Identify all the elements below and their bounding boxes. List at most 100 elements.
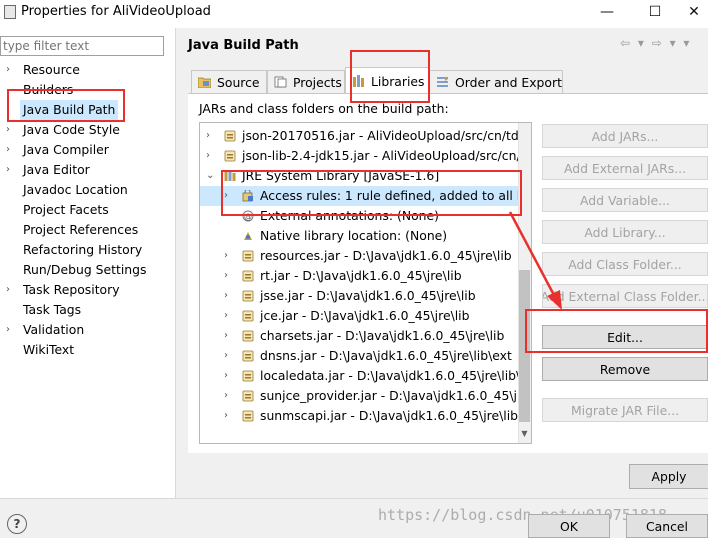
sidebar-item-label: Javadoc Location [23, 182, 128, 197]
tab-label: Libraries [371, 73, 425, 89]
expand-arrow-icon[interactable]: › [224, 366, 228, 386]
jar-icon [242, 370, 254, 382]
sidebar-item-task-repository[interactable]: › Task Repository [0, 280, 176, 300]
maximize-button[interactable]: ☐ [632, 0, 678, 24]
minimize-button[interactable]: — [584, 0, 630, 24]
sidebar-item-project-facets[interactable]: Project Facets [0, 200, 176, 220]
sidebar-item-javadoc-location[interactable]: Javadoc Location [0, 180, 176, 200]
sidebar-item-label: Task Tags [23, 302, 82, 317]
scroll-down-arrow-icon[interactable]: ▼ [519, 429, 530, 442]
add-variable-button[interactable]: Add Variable... [542, 188, 708, 212]
expand-arrow-icon[interactable]: › [6, 320, 10, 340]
sidebar-item-resource[interactable]: › Resource [0, 60, 176, 80]
sidebar-item-label: Java Build Path [20, 100, 119, 120]
sidebar-item-java-build-path[interactable]: Java Build Path [0, 100, 176, 120]
tree-row[interactable]: › json-lib-2.4-jdk15.jar - AliVideoUpload… [200, 146, 526, 166]
tab-libraries[interactable]: Libraries [345, 67, 429, 94]
help-icon[interactable]: ? [7, 514, 27, 534]
library-icon [224, 170, 236, 181]
tree-row[interactable]: › dnsns.jar - D:\Java\jdk1.6.0_45\jre\lib… [200, 346, 520, 366]
sidebar-item-java-code-style[interactable]: › Java Code Style [0, 120, 176, 140]
expand-arrow-icon[interactable]: › [224, 386, 228, 406]
sidebar-item-project-references[interactable]: Project References [0, 220, 176, 240]
expand-arrow-icon[interactable]: › [206, 126, 210, 146]
window-icon [4, 5, 16, 19]
add-external-class-folder-button[interactable]: Add External Class Folder... [542, 284, 708, 308]
tree-row[interactable]: › localedata.jar - D:\Java\jdk1.6.0_45\jr… [200, 366, 528, 386]
sidebar-item-run-debug-settings[interactable]: Run/Debug Settings [0, 260, 176, 280]
sidebar-item-label: Task Repository [23, 282, 120, 297]
sidebar-item-task-tags[interactable]: Task Tags [0, 300, 176, 320]
tree-row[interactable]: › charsets.jar - D:\Java\jdk1.6.0_45\jre\… [200, 326, 520, 346]
migrate-jar-file-button[interactable]: Migrate JAR File... [542, 398, 708, 422]
add-library-button[interactable]: Add Library... [542, 220, 708, 244]
sidebar-item-builders[interactable]: Builders [0, 80, 176, 100]
edit-button[interactable]: Edit... [542, 325, 708, 349]
tree-row[interactable]: › json-20170516.jar - AliVideoUpload/src/… [200, 126, 531, 146]
window-title: Properties for AliVideoUpload [21, 4, 211, 19]
add-jars-button[interactable]: Add JARs... [542, 124, 708, 148]
ok-button[interactable]: OK [528, 514, 610, 538]
tree-row[interactable]: › resources.jar - D:\Java\jdk1.6.0_45\jre… [200, 246, 520, 266]
history-nav-arrows[interactable]: ⇦ ▾ ⇨ ▾ ▾ [620, 36, 691, 50]
expand-arrow-icon[interactable]: › [224, 326, 228, 346]
sidebar-item-wikitext[interactable]: WikiText [0, 340, 176, 360]
tree-row-label: charsets.jar - D:\Java\jdk1.6.0_45\jre\l… [260, 328, 505, 343]
tree-row[interactable]: › rt.jar - D:\Java\jdk1.6.0_45\jre\lib [200, 266, 520, 286]
add-external-jars-button[interactable]: Add External JARs... [542, 156, 708, 180]
sidebar-item-label: Run/Debug Settings [23, 262, 147, 277]
section-label: JARs and class folders on the build path… [199, 101, 449, 116]
tab-source[interactable]: Source [191, 70, 267, 93]
native-icon [244, 232, 252, 240]
tree-row[interactable]: › Access rules: 1 rule defined, added to … [200, 186, 531, 206]
scrollbar-thumb[interactable] [519, 270, 530, 422]
expand-arrow-icon[interactable]: › [6, 280, 10, 300]
expand-arrow-icon[interactable]: › [224, 346, 228, 366]
expand-arrow-icon[interactable]: › [224, 266, 228, 286]
jar-icon [242, 310, 254, 322]
tree-row[interactable]: › jsse.jar - D:\Java\jdk1.6.0_45\jre\lib [200, 286, 520, 306]
close-button[interactable]: ✕ [680, 0, 708, 24]
sidebar-item-label: Project Facets [23, 202, 109, 217]
tree-row-label: json-lib-2.4-jdk15.jar - AliVideoUpload/… [242, 148, 526, 163]
sidebar-item-label: Project References [23, 222, 139, 237]
expand-arrow-icon[interactable]: › [6, 60, 10, 80]
expand-arrow-icon[interactable]: › [224, 286, 228, 306]
tree-row-label: Native library location: (None) [260, 228, 448, 243]
access-icon [242, 190, 253, 202]
expand-arrow-icon[interactable]: › [224, 246, 228, 266]
tree-row[interactable]: › sunmscapi.jar - D:\Java\jdk1.6.0_45\jre… [200, 406, 530, 426]
apply-button[interactable]: Apply [629, 464, 708, 489]
tab-label: Projects [293, 74, 342, 90]
expand-arrow-icon[interactable]: › [6, 120, 10, 140]
tab-projects[interactable]: Projects [267, 70, 345, 93]
tree-row[interactable]: ⌄ JRE System Library [JavaSE-1.6] [200, 166, 520, 186]
filter-input[interactable] [0, 36, 164, 56]
watermark: https://blog.csdn.net/u010751818 [378, 506, 667, 524]
tree-row[interactable]: @ External annotations: (None) [200, 206, 520, 226]
sidebar-item-label: Builders [23, 82, 74, 97]
projects-icon [274, 76, 287, 88]
expand-arrow-icon[interactable]: › [6, 140, 10, 160]
sidebar-item-refactoring-history[interactable]: Refactoring History [0, 240, 176, 260]
tree-row[interactable]: › jce.jar - D:\Java\jdk1.6.0_45\jre\lib [200, 306, 520, 326]
sidebar-item-label: Java Code Style [23, 122, 120, 137]
sidebar-item-validation[interactable]: › Validation [0, 320, 176, 340]
jar-icon [242, 270, 254, 282]
build-path-tree[interactable]: › json-20170516.jar - AliVideoUpload/src/… [199, 122, 532, 444]
cancel-button[interactable]: Cancel [626, 514, 708, 538]
tab-order-and-export[interactable]: Order and Export [429, 70, 563, 93]
tree-row[interactable]: Native library location: (None) [200, 226, 520, 246]
expand-arrow-icon[interactable]: › [6, 160, 10, 180]
sidebar-item-java-compiler[interactable]: › Java Compiler [0, 140, 176, 160]
remove-button[interactable]: Remove [542, 357, 708, 381]
add-class-folder-button[interactable]: Add Class Folder... [542, 252, 708, 276]
expand-arrow-icon[interactable]: › [224, 186, 228, 206]
expand-arrow-icon[interactable]: › [206, 146, 210, 166]
expand-arrow-icon[interactable]: › [224, 406, 228, 426]
collapse-arrow-icon[interactable]: ⌄ [206, 166, 214, 186]
sidebar-item-java-editor[interactable]: › Java Editor [0, 160, 176, 180]
expand-arrow-icon[interactable]: › [224, 306, 228, 326]
tree-row[interactable]: › sunjce_provider.jar - D:\Java\jdk1.6.0_… [200, 386, 531, 406]
tree-row-label: JRE System Library [JavaSE-1.6] [242, 168, 440, 183]
